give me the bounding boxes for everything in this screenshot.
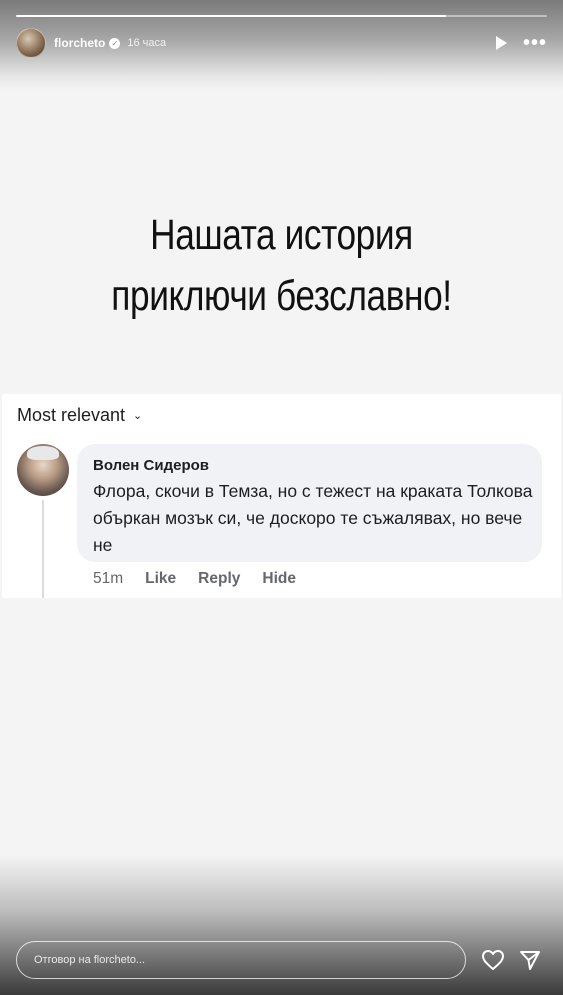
comment-bubble: Волен Сидеров Флора, скочи в Темза, но с… bbox=[77, 444, 542, 562]
hide-link: Hide bbox=[262, 570, 296, 587]
story-header: florcheto ✓ 16 часа ••• bbox=[16, 28, 547, 58]
thread-line bbox=[42, 500, 44, 598]
like-button: Like bbox=[145, 570, 177, 587]
avatar[interactable] bbox=[16, 28, 46, 58]
comment-actions: 51m Like Reply Hide bbox=[93, 570, 296, 588]
comment-screenshot: Most relevant ⌄ Волен Сидеров Флора, ско… bbox=[2, 394, 561, 598]
reply-input[interactable]: Отговор на florcheto... bbox=[16, 941, 466, 979]
username[interactable]: florcheto bbox=[54, 36, 105, 50]
story-progress-fill bbox=[16, 15, 447, 17]
headline-line-2: приключи безславно! bbox=[111, 272, 452, 320]
post-time: 16 часа bbox=[127, 37, 167, 49]
headline-line-1: Нашата история bbox=[150, 211, 413, 259]
verified-icon: ✓ bbox=[109, 37, 121, 49]
heart-icon[interactable] bbox=[481, 949, 505, 971]
comment-author: Волен Сидеров bbox=[93, 457, 209, 474]
sort-label: Most relevant bbox=[17, 405, 126, 425]
reply-link: Reply bbox=[198, 570, 241, 587]
more-icon[interactable]: ••• bbox=[523, 33, 547, 53]
story-headline: Нашата история приключи безславно! bbox=[51, 205, 513, 327]
comment-avatar bbox=[17, 444, 69, 496]
play-icon[interactable] bbox=[495, 36, 507, 50]
sort-dropdown[interactable]: Most relevant ⌄ bbox=[17, 405, 142, 426]
send-icon[interactable] bbox=[519, 949, 541, 971]
story-viewer: florcheto ✓ 16 часа ••• Нашата история п… bbox=[0, 0, 563, 995]
header-controls: ••• bbox=[495, 33, 547, 53]
story-progress-bar bbox=[16, 15, 547, 17]
comment-time: 51m bbox=[93, 570, 124, 587]
chevron-down-icon: ⌄ bbox=[133, 410, 143, 422]
reply-placeholder: Отговор на florcheto... bbox=[34, 954, 146, 966]
comment-text: Флора, скочи в Темза, но с тежест на кра… bbox=[93, 481, 533, 555]
